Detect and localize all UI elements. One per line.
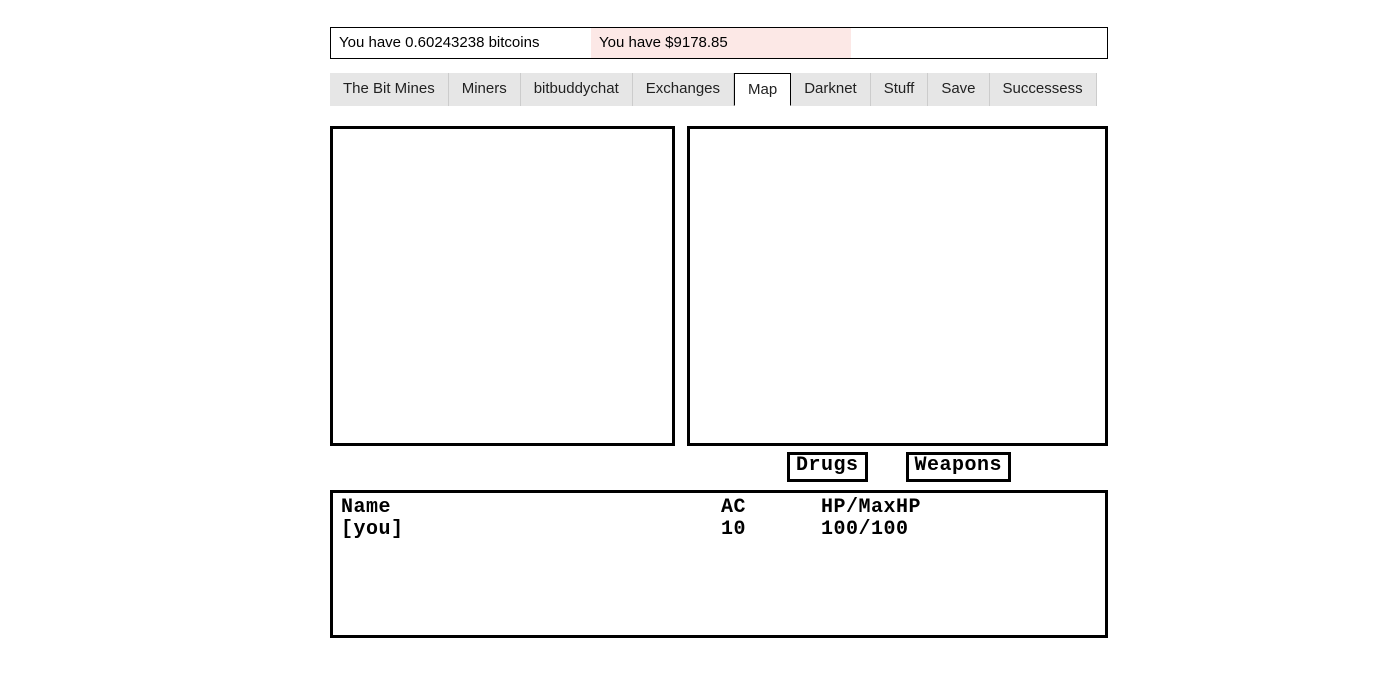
stats-panel: Name AC HP/MaxHP [you] 10 100/100: [330, 490, 1108, 638]
cell-name: [you]: [341, 519, 721, 541]
tab-map[interactable]: Map: [734, 73, 791, 106]
tab-exchanges[interactable]: Exchanges: [633, 73, 734, 106]
bitcoin-status: You have 0.60243238 bitcoins: [331, 28, 591, 58]
tab-stuff[interactable]: Stuff: [871, 73, 929, 106]
cell-hp: 100/100: [821, 519, 1097, 541]
tab-bit-mines[interactable]: The Bit Mines: [330, 73, 449, 106]
money-status: You have $9178.85: [591, 28, 851, 58]
tab-successess[interactable]: Successess: [990, 73, 1097, 106]
header-hp: HP/MaxHP: [821, 497, 1097, 519]
map-pane-left: [330, 126, 675, 446]
status-bar: You have 0.60243238 bitcoins You have $9…: [330, 27, 1108, 59]
header-name: Name: [341, 497, 721, 519]
tab-darknet[interactable]: Darknet: [791, 73, 871, 106]
stats-header-row: Name AC HP/MaxHP: [341, 497, 1097, 519]
tab-bitbuddychat[interactable]: bitbuddychat: [521, 73, 633, 106]
stats-row-you: [you] 10 100/100: [341, 519, 1097, 541]
cell-ac: 10: [721, 519, 821, 541]
tab-save[interactable]: Save: [928, 73, 989, 106]
map-pane-right: [687, 126, 1108, 446]
header-ac: AC: [721, 497, 821, 519]
tab-bar: The Bit Mines Miners bitbuddychat Exchan…: [330, 73, 1108, 106]
weapons-button[interactable]: Weapons: [906, 452, 1012, 482]
drugs-button[interactable]: Drugs: [787, 452, 868, 482]
tab-miners[interactable]: Miners: [449, 73, 521, 106]
